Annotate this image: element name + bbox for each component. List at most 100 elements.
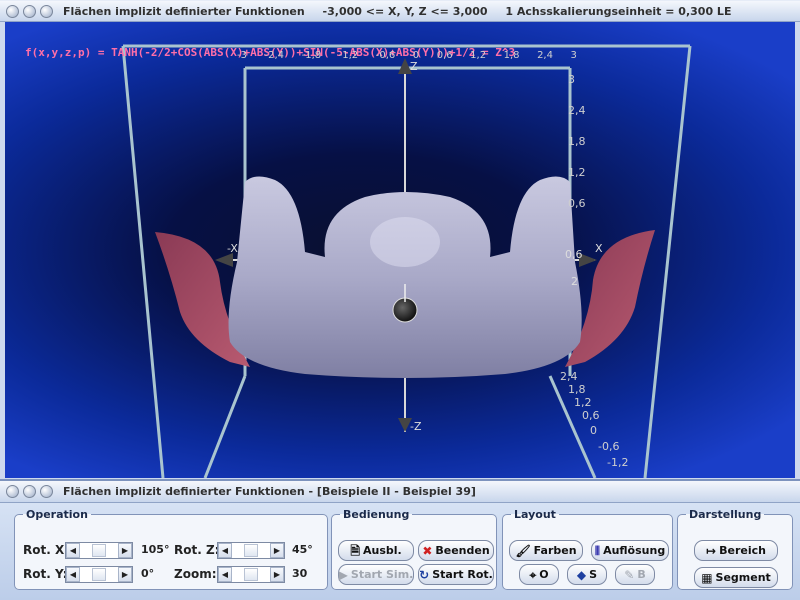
rot-z-slider[interactable]: ◀ ▶ <box>217 542 285 559</box>
top-tick: 2,4 <box>537 50 553 61</box>
slider-left-arrow-icon[interactable]: ◀ <box>218 543 232 558</box>
axis-label-side2: 2 <box>571 275 578 288</box>
b-button[interactable]: ✎ B <box>615 564 655 585</box>
segment-button[interactable]: ▦ Segment <box>694 567 778 588</box>
range-icon: ↦ <box>706 543 717 558</box>
start-sim-button[interactable]: ▶ Start Sim. <box>338 564 414 585</box>
right-tick: 0,6 <box>568 197 586 210</box>
slider-right-arrow-icon[interactable]: ▶ <box>118 543 132 558</box>
window-button-3[interactable] <box>40 485 53 498</box>
lower-tick: -0,6 <box>598 440 620 453</box>
start-rot-label: Start Rot. <box>432 568 493 581</box>
origin-label: O <box>539 568 549 581</box>
top-tick: 1,8 <box>503 50 520 61</box>
paint-brush-icon: 🖌 <box>515 543 531 558</box>
lower-tick-labels: 2,4 1,8 1,2 0,6 0 -0,6 -1,2 <box>560 370 640 470</box>
ausblenden-button[interactable]: 🗎 Ausbl. <box>338 540 414 561</box>
top-tick: 0 <box>412 50 420 61</box>
operation-legend: Operation <box>26 508 88 521</box>
darstellung-group: Darstellung ↦ Bereich ▦ Segment <box>677 508 793 590</box>
layout-legend: Layout <box>514 508 556 521</box>
rot-x-slider[interactable]: ◀ ▶ <box>65 542 133 559</box>
bottom-title-bar: Flächen implizit definierter Funktionen … <box>0 479 800 503</box>
right-tick: 1,2 <box>568 166 586 179</box>
axis-label-neg-z: -Z <box>410 420 422 433</box>
bedienung-group: Bedienung 🗎 Ausbl. ✖ Beenden ▶ Start Sim… <box>331 508 497 590</box>
top-tick: 0,6 <box>436 50 453 61</box>
axis-label-pos-x: X <box>595 242 603 255</box>
play-icon: ▶ <box>338 567 348 582</box>
crosshair-icon: ⌖ <box>529 567 537 582</box>
s-label: S <box>589 568 598 581</box>
farben-label: Farben <box>533 544 577 557</box>
farben-button[interactable]: 🖌 Farben <box>509 540 583 561</box>
slider-thumb[interactable] <box>244 568 258 581</box>
lower-tick: -1,2 <box>607 456 629 469</box>
rot-x-label: Rot. X: <box>23 543 70 557</box>
slider-left-arrow-icon[interactable]: ◀ <box>218 567 232 582</box>
beenden-button[interactable]: ✖ Beenden <box>418 540 494 561</box>
rot-y-label: Rot. Y: <box>23 567 68 581</box>
top-tick: -1,2 <box>338 50 359 61</box>
b-label: B <box>637 568 646 581</box>
rot-y-value: 0° <box>141 567 155 580</box>
start-sim-label: Start Sim. <box>350 568 414 581</box>
window-button-3[interactable] <box>40 4 53 18</box>
top-tick-labels: -3 -2,4 -1,8 -1,2 -0,6 0 0,6 1,2 1,8 2,4… <box>237 50 577 61</box>
slider-left-arrow-icon[interactable]: ◀ <box>66 567 80 582</box>
window-button-2[interactable] <box>23 485 36 498</box>
slider-thumb[interactable] <box>92 544 106 557</box>
right-tick-labels: 3 2,4 1,8 1,2 0,6 <box>568 64 586 219</box>
top-tick: -2,4 <box>264 50 285 61</box>
right-tick: 2,4 <box>568 104 586 117</box>
rot-z-value: 45° <box>292 543 313 556</box>
close-icon: ✖ <box>422 543 433 558</box>
top-tick: 3 <box>570 50 577 61</box>
bedienung-legend: Bedienung <box>343 508 410 521</box>
slider-right-arrow-icon[interactable]: ▶ <box>270 567 284 582</box>
bottom-window-title: Flächen implizit definierter Funktionen … <box>63 485 476 498</box>
grid-icon: ⦀ <box>594 543 601 558</box>
rot-x-value: 105° <box>141 543 170 556</box>
zoom-value: 30 <box>292 567 308 580</box>
segment-label: Segment <box>715 571 771 584</box>
rot-y-slider[interactable]: ◀ ▶ <box>65 566 133 583</box>
top-tick: 1,2 <box>470 50 487 61</box>
lower-tick: 0,6 <box>582 409 600 422</box>
slider-right-arrow-icon[interactable]: ▶ <box>118 567 132 582</box>
surface-main <box>228 176 582 378</box>
start-rot-button[interactable]: ↻ Start Rot. <box>418 564 494 585</box>
beenden-label: Beenden <box>435 544 490 557</box>
operation-group: Operation Rot. X: ◀ ▶ 105° Rot. Z: ◀ ▶ 4… <box>14 508 328 590</box>
slider-thumb[interactable] <box>244 544 258 557</box>
cube-icon: ◆ <box>576 567 587 582</box>
layout-group: Layout 🖌 Farben ⦀ Auflösung ⌖ O ◆ S ✎ B <box>502 508 673 590</box>
top-tick: -0,6 <box>375 50 396 61</box>
aufloesung-label: Auflösung <box>603 544 666 557</box>
bereich-button[interactable]: ↦ Bereich <box>694 540 778 561</box>
zoom-label: Zoom: <box>174 567 217 581</box>
origin-button[interactable]: ⌖ O <box>519 564 559 585</box>
window-title: Flächen implizit definierter Funktionen <box>63 4 305 18</box>
zoom-slider[interactable]: ◀ ▶ <box>217 566 285 583</box>
table-icon: ▦ <box>701 570 713 585</box>
right-tick: 1,8 <box>568 135 586 148</box>
plot-area[interactable]: f(x,y,z,p) = TANH(-2/2+COS(ABS(X)+ABS(Y)… <box>5 22 795 478</box>
slider-right-arrow-icon[interactable]: ▶ <box>270 543 284 558</box>
slider-left-arrow-icon[interactable]: ◀ <box>66 543 80 558</box>
axis-label-side: 0,6 <box>565 248 583 261</box>
axis-label-pos-z: Z <box>410 60 418 73</box>
window-button-1[interactable] <box>6 4 19 18</box>
top-tick: -1,8 <box>301 50 322 61</box>
rot-z-label: Rot. Z: <box>174 543 220 557</box>
slider-thumb[interactable] <box>92 568 106 581</box>
s-button[interactable]: ◆ S <box>567 564 607 585</box>
scale-info: 1 Achsskalierungseinheit = 0,300 LE <box>505 4 732 18</box>
aufloesung-button[interactable]: ⦀ Auflösung <box>591 540 669 561</box>
window-button-2[interactable] <box>23 4 36 18</box>
ausblenden-label: Ausbl. <box>362 544 402 557</box>
window-button-1[interactable] <box>6 485 19 498</box>
lower-tick: 2,4 <box>560 370 578 383</box>
lower-tick: 1,8 <box>568 383 586 396</box>
axis-label-neg-x: -X <box>227 242 238 255</box>
